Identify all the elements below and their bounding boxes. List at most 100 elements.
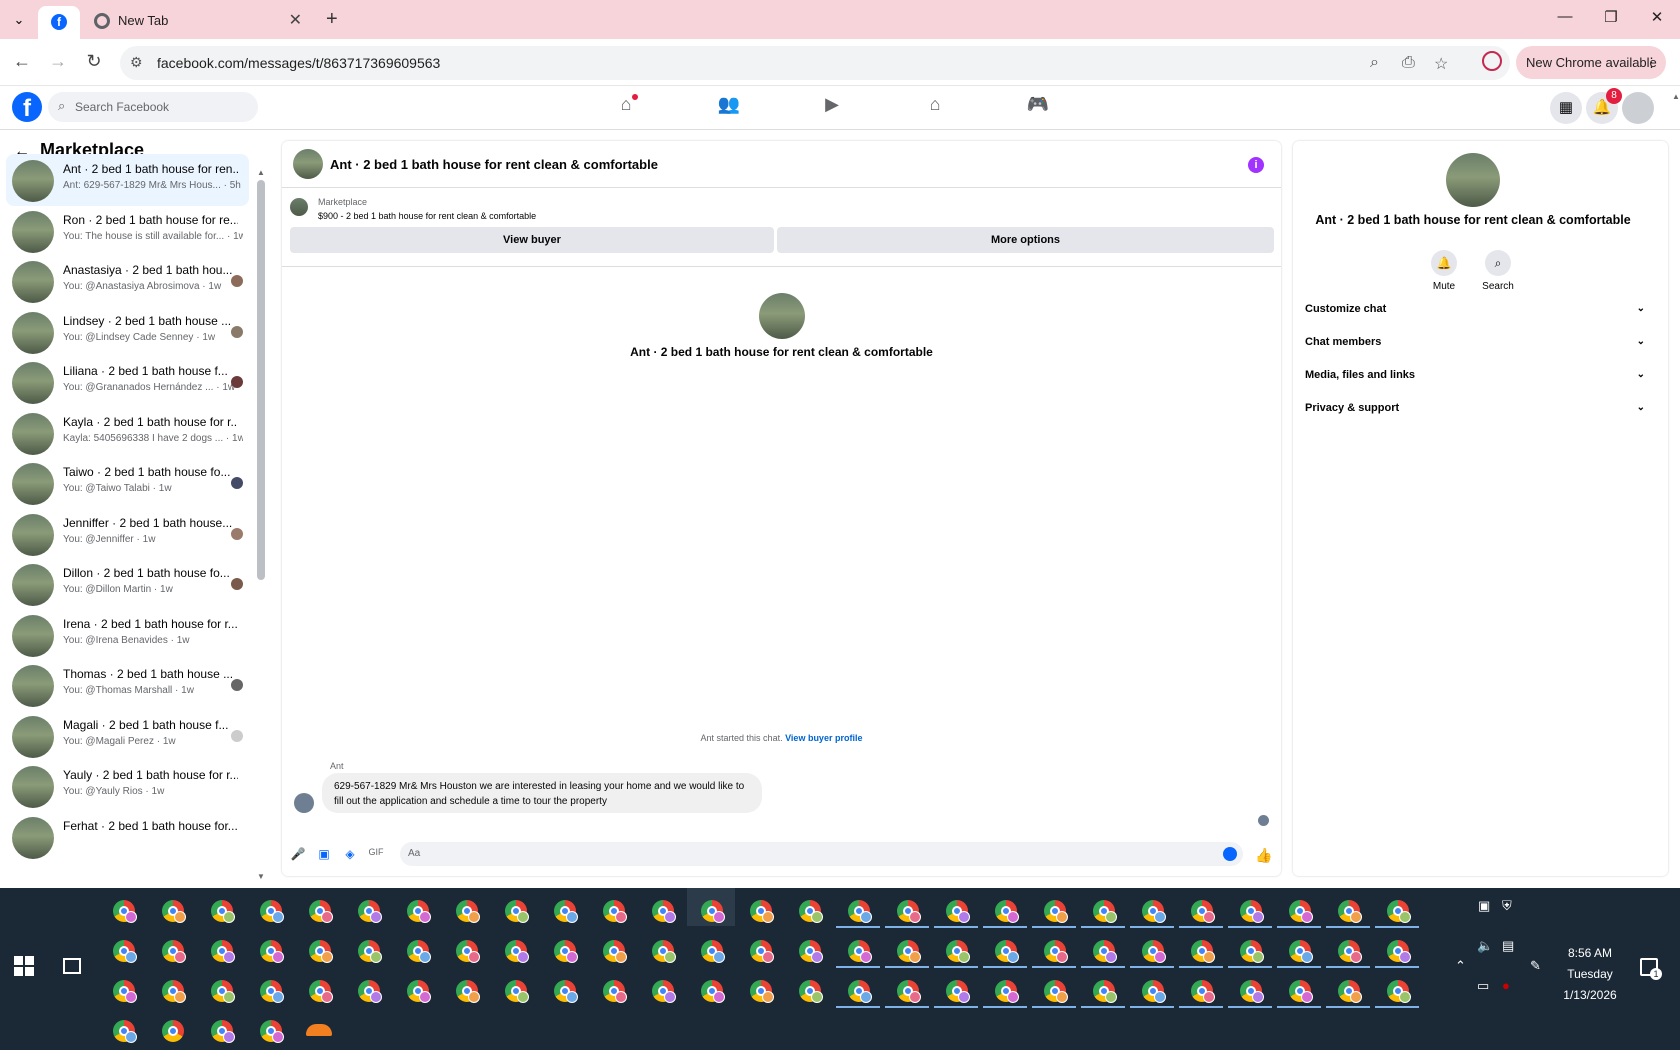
chrome-taskbar-icon[interactable] [1093, 900, 1117, 923]
chrome-taskbar-icon[interactable] [603, 900, 627, 923]
chrome-taskbar-icon[interactable] [162, 1020, 184, 1042]
chrome-taskbar-icon[interactable] [1240, 940, 1264, 963]
chrome-taskbar-icon[interactable] [603, 980, 627, 1003]
close-tab-icon[interactable]: ✕ [289, 10, 302, 30]
forward-button[interactable]: → [46, 51, 70, 72]
chrome-taskbar-icon[interactable] [799, 900, 823, 923]
minimize-button[interactable]: — [1550, 8, 1580, 25]
chrome-taskbar-icon[interactable] [995, 900, 1019, 923]
chrome-taskbar-icon[interactable] [848, 900, 872, 923]
chrome-taskbar-icon[interactable] [162, 940, 186, 963]
gaming-nav-icon[interactable]: 🎮 [1008, 94, 1068, 122]
chrome-taskbar-icon[interactable] [1093, 940, 1117, 963]
conversation-item[interactable]: Taiwo · 2 bed 1 bath house fo... You: @Ta… [6, 457, 249, 509]
chrome-taskbar-icon[interactable] [701, 980, 725, 1003]
chrome-taskbar-icon[interactable] [848, 980, 872, 1003]
customize-chat-section[interactable]: Customize chat ⌄ [1305, 294, 1645, 324]
chrome-taskbar-icon[interactable] [1289, 980, 1313, 1003]
chrome-taskbar-icon[interactable] [652, 900, 676, 923]
chrome-taskbar-icon[interactable] [603, 940, 627, 963]
conversation-item[interactable]: Kayla · 2 bed 1 bath house for r... Kayla… [6, 407, 249, 459]
chrome-taskbar-icon[interactable] [211, 940, 235, 963]
back-button[interactable]: ← [10, 51, 34, 72]
chrome-taskbar-icon[interactable] [1289, 940, 1313, 963]
zoom-icon[interactable]: ⌕ [1370, 54, 1379, 72]
media-files-section[interactable]: Media, files and links ⌄ [1305, 360, 1645, 390]
chrome-taskbar-icon[interactable] [309, 940, 333, 963]
chrome-taskbar-icon[interactable] [1338, 900, 1362, 923]
cloudflare-icon[interactable] [306, 1024, 332, 1036]
chrome-taskbar-icon[interactable] [897, 940, 921, 963]
facebook-search-input[interactable]: ⌕ Search Facebook [48, 92, 258, 122]
chrome-taskbar-icon[interactable] [211, 980, 235, 1003]
marketplace-nav-icon[interactable]: ⌂ [905, 94, 965, 122]
chrome-taskbar-icon[interactable] [1044, 900, 1068, 923]
chrome-taskbar-icon[interactable] [358, 980, 382, 1003]
tab-new-tab[interactable]: New Tab ✕ [84, 6, 314, 34]
like-thumb-icon[interactable]: 👍 [1255, 847, 1272, 864]
conversation-item[interactable]: Anastasiya · 2 bed 1 bath hou... You: @An… [6, 255, 249, 307]
home-nav-icon[interactable]: ⌂ [596, 94, 656, 122]
chrome-taskbar-icon[interactable] [1191, 900, 1215, 923]
chrome-taskbar-icon[interactable] [799, 940, 823, 963]
search-in-chat-button[interactable]: ⌕ Search [1473, 250, 1523, 292]
photo-icon[interactable]: ▣ [316, 847, 332, 861]
microphone-icon[interactable]: 🎤 [290, 847, 306, 861]
update-chrome-button[interactable]: New Chrome available ⋮ [1516, 46, 1666, 79]
conversation-item[interactable]: Yauly · 2 bed 1 bath house for r... You: … [6, 760, 249, 812]
chrome-taskbar-icon[interactable] [1191, 980, 1215, 1003]
chrome-taskbar-icon[interactable] [1387, 980, 1411, 1003]
chrome-taskbar-icon[interactable] [113, 1020, 137, 1043]
chrome-taskbar-icon[interactable] [554, 940, 578, 963]
chrome-taskbar-icon[interactable] [1142, 940, 1166, 963]
windows-start-button[interactable] [14, 956, 34, 976]
message-input[interactable]: Aa [400, 842, 1243, 866]
facebook-logo-icon[interactable]: f [12, 92, 42, 122]
chrome-taskbar-icon[interactable] [505, 940, 529, 963]
listing-title[interactable]: $900 - 2 bed 1 bath house for rent clean… [318, 211, 536, 221]
chrome-taskbar-icon[interactable] [995, 980, 1019, 1003]
chrome-taskbar-icon[interactable] [1240, 900, 1264, 923]
chrome-taskbar-icon[interactable] [897, 980, 921, 1003]
chrome-taskbar-icon[interactable] [407, 900, 431, 923]
conversation-item[interactable]: Ron · 2 bed 1 bath house for re... You: T… [6, 205, 249, 257]
chrome-taskbar-icon[interactable] [505, 900, 529, 923]
chrome-taskbar-icon[interactable] [260, 940, 284, 963]
view-buyer-profile-link[interactable]: View buyer profile [785, 733, 862, 743]
chrome-taskbar-icon[interactable] [1240, 980, 1264, 1003]
chrome-taskbar-icon[interactable] [1142, 980, 1166, 1003]
chrome-taskbar-icon[interactable] [1191, 940, 1215, 963]
conversation-item[interactable]: Magali · 2 bed 1 bath house f... You: @Ma… [6, 710, 249, 762]
restore-button[interactable]: ❐ [1596, 8, 1626, 26]
scroll-up-icon[interactable]: ▲ [257, 168, 265, 177]
chrome-taskbar-icon[interactable] [750, 940, 774, 963]
chrome-taskbar-icon[interactable] [750, 900, 774, 923]
tab-facebook[interactable]: f [38, 6, 80, 39]
conversation-item[interactable]: Jenniffer · 2 bed 1 bath house... You: @J… [6, 508, 249, 560]
conversation-item[interactable]: Ferhat · 2 bed 1 bath house for... [6, 811, 249, 863]
chrome-taskbar-icon[interactable] [113, 940, 137, 963]
chrome-taskbar-icon[interactable] [358, 900, 382, 923]
chrome-taskbar-icon[interactable] [113, 900, 137, 923]
chrome-taskbar-icon[interactable] [701, 900, 725, 923]
chrome-taskbar-icon[interactable] [358, 940, 382, 963]
account-avatar[interactable] [1622, 92, 1654, 124]
chat-members-section[interactable]: Chat members ⌄ [1305, 327, 1645, 357]
conversation-item[interactable]: Ant · 2 bed 1 bath house for ren... Ant: … [6, 154, 249, 206]
chrome-taskbar-icon[interactable] [897, 900, 921, 923]
chrome-taskbar-icon[interactable] [456, 980, 480, 1003]
security-shield-icon[interactable]: ⛨ [1502, 898, 1512, 914]
video-nav-icon[interactable]: ▶ [802, 94, 862, 122]
show-hidden-icons-chevron-icon[interactable]: ⌃ [1455, 958, 1466, 974]
chrome-taskbar-icon[interactable] [652, 940, 676, 963]
install-app-icon[interactable]: ⎙ [1402, 54, 1415, 72]
url-text[interactable]: facebook.com/messages/t/863717369609563 [157, 55, 440, 71]
chrome-taskbar-icon[interactable] [1338, 980, 1362, 1003]
chat-avatar[interactable] [293, 149, 323, 179]
chrome-taskbar-icon[interactable] [162, 980, 186, 1003]
chrome-taskbar-icon[interactable] [946, 980, 970, 1003]
conversation-item[interactable]: Dillon · 2 bed 1 bath house fo... You: @D… [6, 558, 249, 610]
chrome-taskbar-icon[interactable] [1338, 940, 1362, 963]
conversation-item[interactable]: Thomas · 2 bed 1 bath house ... You: @Tho… [6, 659, 249, 711]
chrome-taskbar-icon[interactable] [1387, 940, 1411, 963]
